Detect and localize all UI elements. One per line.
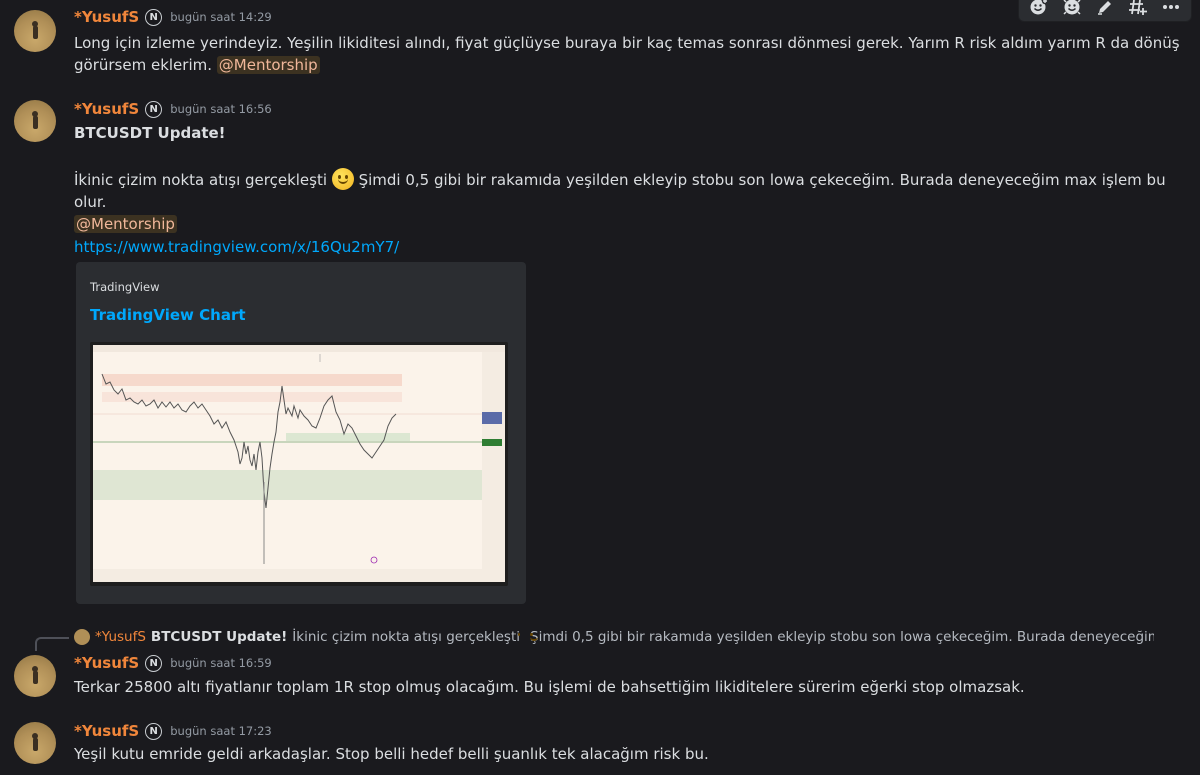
- message-text: Terkar 25800 altı fiyatlanır toplam 1R s…: [74, 678, 1025, 696]
- server-tag-icon[interactable]: N: [145, 100, 163, 118]
- message-header: *YusufS N bugün saat 16:56: [74, 100, 272, 118]
- message-header: *YusufS N bugün saat 17:23: [74, 722, 272, 740]
- embed-title[interactable]: TradingView Chart: [90, 306, 246, 324]
- username[interactable]: *YusufS: [74, 8, 139, 26]
- message-text: görürsem eklerim.: [74, 56, 212, 74]
- add-super-reaction-icon[interactable]: [1060, 0, 1084, 19]
- message-text: Yeşil kutu emride geldi arkadaşlar. Stop…: [74, 745, 709, 763]
- message-header: *YusufS N bugün saat 16:59: [74, 654, 272, 672]
- avatar[interactable]: [14, 10, 56, 52]
- avatar[interactable]: [14, 100, 56, 142]
- tradingview-link[interactable]: https://www.tradingview.com/x/16Qu2mY7/: [74, 238, 399, 256]
- embed-chart-image[interactable]: [90, 342, 508, 586]
- reply-preview[interactable]: *YusufS BTCUSDT Update! İkinic çizim nok…: [74, 627, 1154, 647]
- message-content: Long için izleme yerindeyiz. Yeşilin lik…: [74, 32, 1184, 76]
- timestamp[interactable]: bugün saat 17:23: [170, 724, 272, 738]
- message-actions-toolbar: [1018, 0, 1192, 22]
- reply-bold-text: BTCUSDT Update!: [150, 629, 288, 645]
- role-mention[interactable]: @Mentorship: [216, 56, 320, 74]
- server-tag-icon[interactable]: N: [145, 722, 163, 740]
- username[interactable]: *YusufS: [74, 100, 139, 118]
- timestamp[interactable]: bugün saat 16:59: [170, 656, 272, 670]
- server-tag-icon[interactable]: N: [145, 8, 163, 26]
- reply-text: İkinic çizim nokta atışı gerçekleşti: [292, 629, 521, 645]
- reply-text: Şimdi 0,5 gibi bir rakamıda yeşilden ekl…: [530, 629, 1154, 645]
- reply-avatar[interactable]: [74, 629, 90, 645]
- more-icon[interactable]: [1159, 0, 1183, 19]
- username[interactable]: *YusufS: [74, 654, 139, 672]
- message-text: İkinic çizim nokta atışı gerçekleşti: [74, 171, 328, 189]
- role-mention[interactable]: @Mentorship: [74, 215, 177, 233]
- reply-connector: [35, 637, 69, 651]
- server-tag-icon[interactable]: N: [145, 654, 163, 672]
- reply-username[interactable]: *YusufS: [95, 629, 146, 645]
- link-embed: TradingView TradingView Chart: [76, 262, 526, 604]
- timestamp[interactable]: bugün saat 16:56: [170, 102, 272, 116]
- message-content: İkinic çizim nokta atışı gerçekleşti Şim…: [74, 168, 1184, 235]
- message-header: *YusufS N bugün saat 14:29: [74, 8, 272, 26]
- add-reaction-icon[interactable]: [1027, 0, 1051, 19]
- avatar[interactable]: [14, 722, 56, 764]
- embed-provider[interactable]: TradingView: [90, 280, 159, 294]
- slight-smile-emoji-icon[interactable]: [331, 168, 354, 190]
- create-thread-icon[interactable]: [1126, 0, 1150, 19]
- username[interactable]: *YusufS: [74, 722, 139, 740]
- avatar[interactable]: [14, 655, 56, 697]
- timestamp[interactable]: bugün saat 14:29: [170, 10, 272, 24]
- message-link-line: https://www.tradingview.com/x/16Qu2mY7/: [74, 236, 399, 258]
- message-text: Long için izleme yerindeyiz. Yeşilin lik…: [74, 34, 1180, 52]
- edit-icon[interactable]: [1093, 0, 1117, 19]
- message-title: BTCUSDT Update!: [74, 124, 226, 142]
